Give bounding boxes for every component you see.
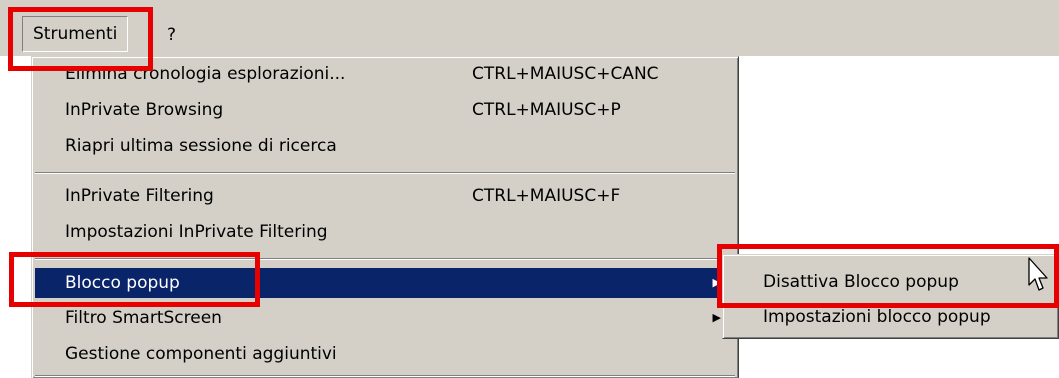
menu-item-shortcut: CTRL+MAIUSC+F: [472, 186, 621, 206]
blocco-popup-submenu: Disattiva Blocco popup Impostazioni bloc…: [722, 254, 1059, 339]
menu-separator: [35, 375, 735, 377]
menu-item-label: Impostazioni InPrivate Filtering: [65, 222, 328, 242]
menu-item-shortcut: CTRL+MAIUSC+CANC: [472, 64, 659, 84]
triangle-right-icon: ▶: [712, 311, 721, 324]
menu-item-impostazioni-inprivate-filtering[interactable]: Impostazioni InPrivate Filtering: [35, 217, 735, 247]
submenu-item-disattiva-blocco-popup[interactable]: Disattiva Blocco popup: [726, 267, 1055, 297]
menu-bar: Strumenti ?: [0, 0, 1059, 56]
menu-item-label: Gestione componenti aggiuntivi: [65, 344, 337, 364]
menu-strumenti[interactable]: Strumenti: [22, 16, 129, 52]
menu-item-label: InPrivate Filtering: [65, 186, 214, 206]
menu-item-blocco-popup[interactable]: Blocco popup ▶: [35, 268, 735, 298]
menu-item-gestione-componenti[interactable]: Gestione componenti aggiuntivi: [35, 339, 735, 369]
triangle-right-icon: ▶: [712, 276, 721, 289]
menu-item-filtro-smartscreen[interactable]: Filtro SmartScreen ▶: [35, 303, 735, 333]
menu-item-label: Disattiva Blocco popup: [763, 272, 959, 292]
menu-separator: [35, 172, 735, 174]
menu-item-inprivate-browsing[interactable]: InPrivate Browsing CTRL+MAIUSC+P: [35, 95, 735, 125]
arrow-cursor-icon: [1028, 257, 1048, 291]
strumenti-dropdown: Elimina cronologia esplorazioni... CTRL+…: [31, 56, 739, 378]
menu-item-label: Filtro SmartScreen: [65, 308, 222, 328]
menu-item-label: Riapri ultima sessione di ricerca: [65, 136, 337, 156]
menu-item-riapri-sessione[interactable]: Riapri ultima sessione di ricerca: [35, 131, 735, 161]
menu-item-label: Impostazioni blocco popup: [763, 307, 991, 327]
menu-help[interactable]: ?: [157, 20, 186, 50]
menu-item-label: Blocco popup: [65, 273, 180, 293]
menu-item-label: Elimina cronologia esplorazioni...: [65, 64, 346, 84]
menu-item-elimina-cronologia[interactable]: Elimina cronologia esplorazioni... CTRL+…: [35, 59, 735, 89]
menu-item-inprivate-filtering[interactable]: InPrivate Filtering CTRL+MAIUSC+F: [35, 181, 735, 211]
submenu-item-impostazioni-blocco-popup[interactable]: Impostazioni blocco popup: [726, 302, 1055, 332]
menu-item-label: InPrivate Browsing: [65, 100, 224, 120]
menu-separator: [35, 258, 735, 260]
menu-item-shortcut: CTRL+MAIUSC+P: [472, 100, 621, 120]
